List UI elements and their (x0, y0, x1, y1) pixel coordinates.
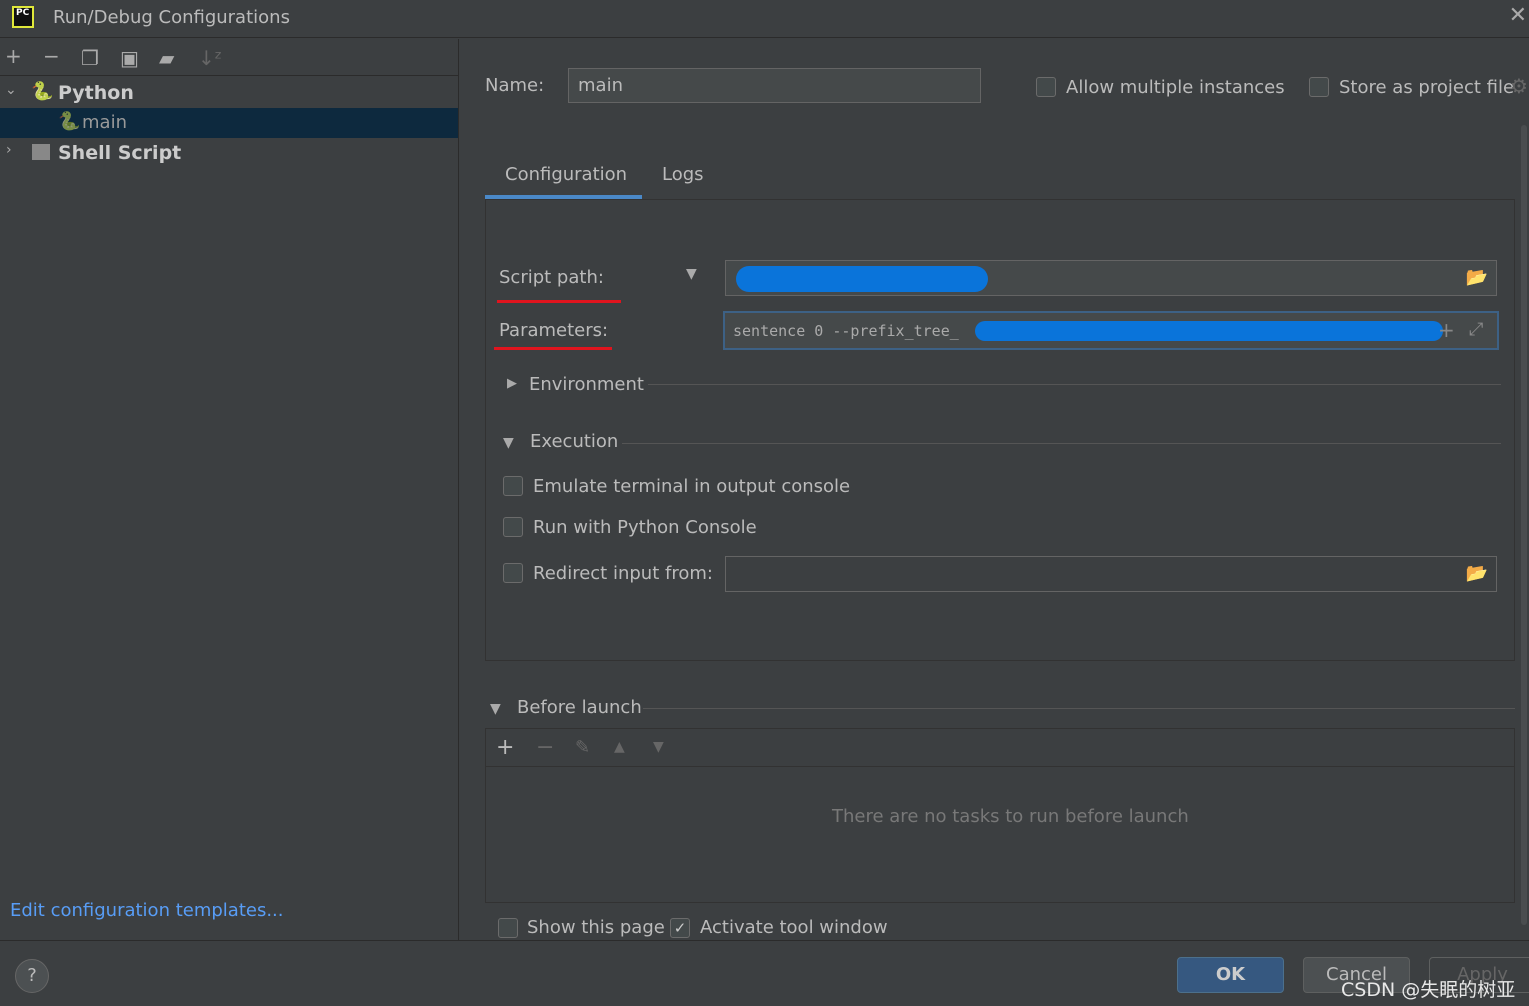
chevron-right-icon[interactable]: › (6, 142, 12, 158)
gear-icon[interactable]: ⚙ (1510, 74, 1528, 98)
watermark: CSDN @失眠的树亚 (1341, 979, 1516, 1001)
tree-item-shell-script[interactable]: › Shell Script (0, 138, 458, 168)
store-project-label: Store as project file (1339, 77, 1515, 98)
shell-script-icon (32, 144, 50, 160)
close-icon[interactable]: ✕ (1509, 3, 1527, 28)
chevron-down-icon[interactable]: ▼ (490, 701, 501, 717)
copy-icon[interactable]: ❐ (81, 46, 99, 70)
move-up-icon[interactable]: ▲ (614, 739, 625, 755)
python-console-checkbox[interactable] (503, 517, 523, 537)
tree-item-python[interactable]: ⌄ 🐍 Python (0, 78, 458, 108)
tree-label: main (82, 112, 127, 133)
save-icon[interactable]: ▣ (120, 46, 139, 70)
pycharm-logo: PC (12, 6, 34, 28)
chevron-right-icon[interactable]: ▶ (507, 376, 517, 391)
environment-section[interactable]: Environment (529, 374, 644, 395)
before-launch-section: Before launch (517, 697, 642, 718)
config-tree-panel (0, 39, 459, 940)
red-underline (494, 347, 612, 350)
emulate-terminal-checkbox[interactable] (503, 476, 523, 496)
name-input[interactable]: main (568, 68, 981, 103)
plus-icon[interactable]: + (5, 44, 22, 68)
help-button[interactable]: ? (15, 959, 49, 993)
tree-label: Python (58, 82, 134, 104)
script-path-input[interactable]: 📂 (725, 260, 1497, 296)
allow-multiple-checkbox[interactable] (1036, 77, 1056, 97)
plus-icon[interactable]: + (496, 735, 514, 760)
python-icon: 🐍 (31, 81, 54, 102)
store-project-checkbox[interactable] (1309, 77, 1329, 97)
name-label: Name: (485, 75, 545, 96)
minus-icon[interactable]: − (43, 44, 60, 68)
emulate-terminal-label: Emulate terminal in output console (533, 476, 851, 497)
chevron-down-icon[interactable]: ▼ (503, 435, 514, 451)
show-page-label: Show this page (527, 917, 665, 938)
tree-item-main[interactable]: 🐍 main (0, 108, 458, 138)
execution-section[interactable]: Execution (530, 431, 618, 452)
scrollbar[interactable] (1521, 125, 1527, 925)
window-title: Run/Debug Configurations (53, 7, 290, 28)
activate-tool-checkbox[interactable]: ✓ (670, 918, 690, 938)
redirect-input-checkbox[interactable] (503, 563, 523, 583)
tab-logs[interactable]: Logs (662, 164, 704, 185)
title-bar: PC Run/Debug Configurations ✕ (0, 0, 1529, 38)
chevron-down-icon[interactable]: ⌄ (5, 82, 17, 98)
dropdown-arrow-icon[interactable]: ▼ (686, 266, 697, 282)
python-console-label: Run with Python Console (533, 517, 757, 538)
minus-icon[interactable]: − (536, 735, 554, 760)
move-down-icon[interactable]: ▼ (653, 739, 664, 755)
redaction-scribble (975, 321, 1443, 341)
edit-templates-link[interactable]: Edit configuration templates... (10, 900, 284, 921)
script-path-label: Script path: (499, 267, 604, 288)
show-page-checkbox[interactable] (498, 918, 518, 938)
folder-icon[interactable]: 📂 (1466, 563, 1488, 584)
parameters-label: Parameters: (499, 320, 609, 341)
edit-icon[interactable]: ✎ (575, 737, 590, 758)
allow-multiple-label: Allow multiple instances (1066, 77, 1285, 98)
parameters-value: sentence 0 --prefix_tree_ (733, 322, 959, 340)
sort-az-icon[interactable]: ↓ᶻ (198, 46, 222, 70)
redaction-scribble (736, 266, 988, 292)
activate-tool-label: Activate tool window (700, 917, 888, 938)
tab-configuration[interactable]: Configuration (505, 164, 627, 185)
red-underline (497, 300, 621, 303)
redirect-input-field[interactable]: 📂 (725, 556, 1497, 592)
parameters-input[interactable]: sentence 0 --prefix_tree_ + ⤢ (723, 311, 1499, 350)
folder-icon[interactable]: 📂 (1466, 267, 1488, 288)
python-icon: 🐍 (58, 111, 81, 132)
plus-icon[interactable]: + (1438, 318, 1455, 342)
empty-tasks-text: There are no tasks to run before launch (832, 806, 1189, 827)
tree-label: Shell Script (58, 142, 182, 164)
redirect-input-label: Redirect input from: (533, 563, 713, 584)
expand-icon[interactable]: ⤢ (1469, 319, 1483, 340)
folder-add-icon[interactable]: ▰ (159, 46, 174, 70)
ok-button[interactable]: OK (1177, 957, 1284, 993)
